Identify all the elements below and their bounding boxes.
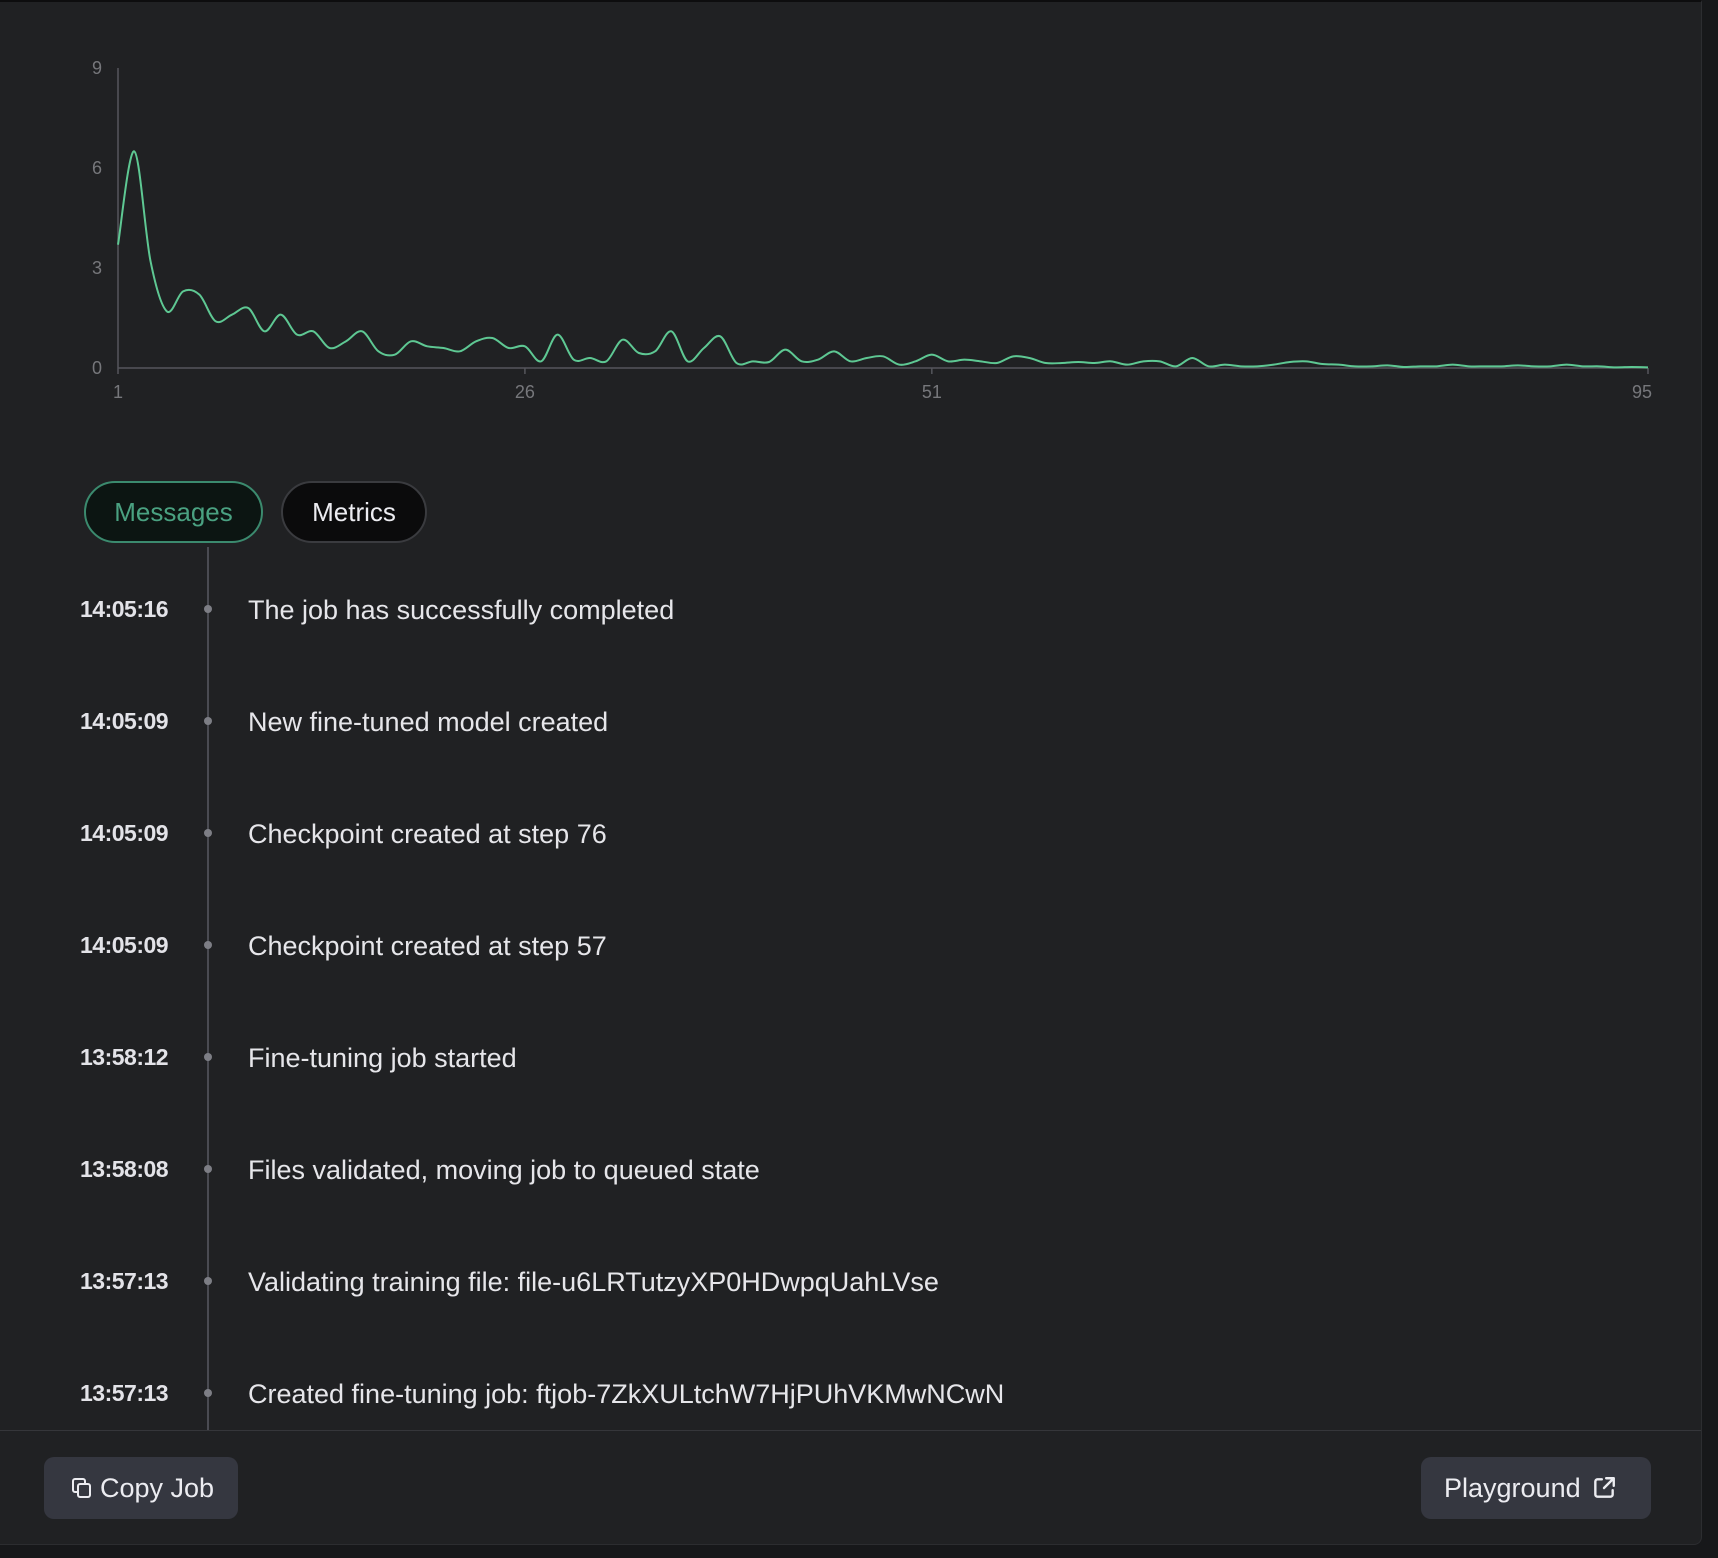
y-tick-label: 0 bbox=[92, 358, 102, 378]
event-time: 14:05:09 bbox=[80, 932, 169, 958]
event-message: Created fine-tuning job: ftjob-7ZkXULtch… bbox=[248, 1379, 1005, 1409]
tab-metrics[interactable]: Metrics bbox=[281, 481, 427, 543]
event-message: Checkpoint created at step 57 bbox=[248, 931, 607, 961]
playground-label: Playground bbox=[1444, 1472, 1581, 1503]
loss-series-line bbox=[117, 150, 1649, 369]
external-link-icon bbox=[1593, 1477, 1615, 1498]
event-time: 13:58:08 bbox=[80, 1156, 169, 1182]
x-tick-label: 51 bbox=[922, 382, 942, 402]
event-time: 14:05:16 bbox=[80, 596, 169, 622]
event-message: Fine-tuning job started bbox=[248, 1043, 517, 1073]
timeline-dot bbox=[204, 1053, 212, 1061]
event-row: 14:05:09 Checkpoint created at step 57 bbox=[0, 925, 1600, 965]
training-loss-chart: 0 3 6 9 1 26 51 95 bbox=[0, 2, 1701, 422]
timeline-dot bbox=[204, 1277, 212, 1285]
event-message: The job has successfully completed bbox=[248, 595, 675, 625]
y-tick-label: 6 bbox=[92, 158, 102, 178]
chart-svg: 0 3 6 9 1 26 51 95 bbox=[92, 58, 1652, 402]
copy-icon bbox=[72, 1478, 91, 1498]
x-tick-label: 26 bbox=[515, 382, 535, 402]
view-tabs: Messages Metrics bbox=[84, 481, 427, 543]
x-tick-label: 95 bbox=[1632, 382, 1652, 402]
event-row: 13:57:13 Validating training file: file-… bbox=[0, 1261, 1600, 1301]
event-time: 13:57:13 bbox=[80, 1268, 169, 1294]
copy-job-button[interactable]: Copy Job bbox=[44, 1457, 238, 1519]
event-time: 13:58:12 bbox=[80, 1044, 169, 1070]
event-timeline: 14:05:16 The job has successfully comple… bbox=[0, 547, 1701, 1430]
event-message: Validating training file: file-u6LRTutzy… bbox=[248, 1267, 939, 1297]
timeline-dot bbox=[204, 941, 212, 949]
event-time: 13:57:13 bbox=[80, 1380, 169, 1406]
footer-bar: Copy Job Playground bbox=[0, 1430, 1701, 1545]
event-row: 14:05:09 Checkpoint created at step 76 bbox=[0, 813, 1600, 853]
tab-messages[interactable]: Messages bbox=[84, 481, 263, 543]
y-tick-label: 3 bbox=[92, 258, 102, 278]
event-row: 13:57:13 Created fine-tuning job: ftjob-… bbox=[0, 1373, 1600, 1413]
event-time: 14:05:09 bbox=[80, 820, 169, 846]
event-row: 14:05:16 The job has successfully comple… bbox=[0, 589, 1600, 629]
event-message: Checkpoint created at step 76 bbox=[248, 819, 607, 849]
event-message: Files validated, moving job to queued st… bbox=[248, 1155, 760, 1185]
event-time: 14:05:09 bbox=[80, 708, 169, 734]
timeline-dot bbox=[204, 717, 212, 725]
event-row: 13:58:08 Files validated, moving job to … bbox=[0, 1149, 1600, 1189]
job-details-panel: 0 3 6 9 1 26 51 95 Messages Metrics 14:05:16 Th… bbox=[0, 0, 1702, 1545]
copy-job-label: Copy Job bbox=[100, 1472, 215, 1503]
timeline-dot bbox=[204, 1389, 212, 1397]
x-tick-label: 1 bbox=[113, 382, 123, 402]
playground-button[interactable]: Playground bbox=[1421, 1457, 1651, 1519]
timeline-dot bbox=[204, 829, 212, 837]
timeline-dot bbox=[204, 1165, 212, 1173]
event-message: New fine-tuned model created bbox=[248, 707, 609, 737]
y-tick-label: 9 bbox=[92, 58, 102, 78]
event-row: 14:05:09 New fine-tuned model created bbox=[0, 701, 1600, 741]
timeline-dot bbox=[204, 605, 212, 613]
event-row: 13:58:12 Fine-tuning job started bbox=[0, 1037, 1600, 1077]
